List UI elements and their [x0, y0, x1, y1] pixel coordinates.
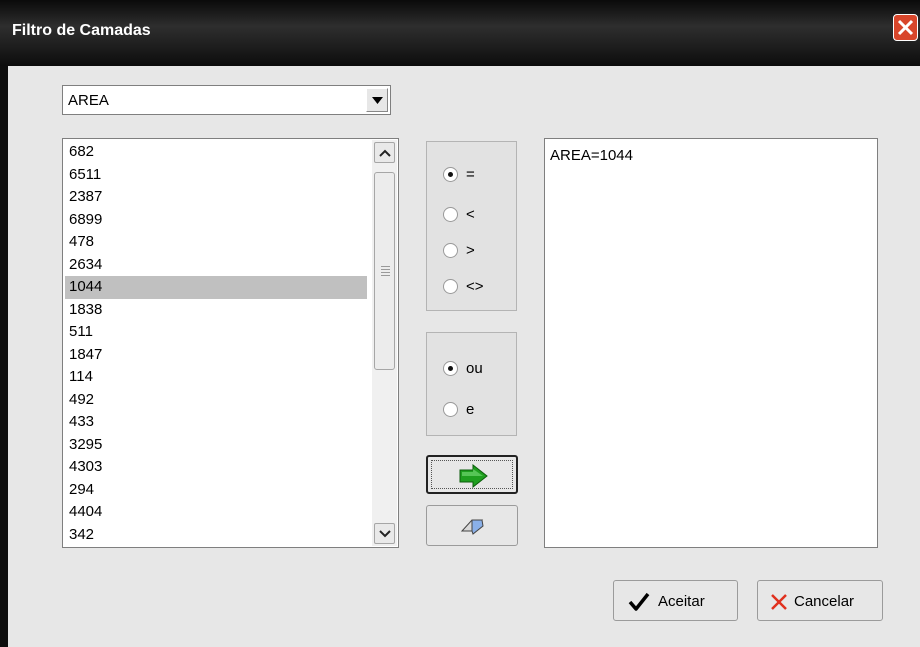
values-list-items: 682 6511 2387 6899 478 2634 1044 1838 511 1847 114… [65, 141, 367, 546]
radio-circle [443, 278, 458, 294]
cancel-button[interactable]: Cancelar [757, 580, 883, 621]
list-item[interactable]: 492 [65, 389, 367, 412]
connector-radio-and[interactable]: e [443, 399, 474, 419]
list-item[interactable]: 1044 [65, 276, 367, 299]
list-item[interactable]: 478 [65, 231, 367, 254]
radio-circle [443, 242, 458, 258]
operator-radio-less[interactable]: < [443, 204, 475, 224]
list-item[interactable]: 2634 [65, 254, 367, 277]
checkmark-icon [628, 592, 650, 611]
operator-label: = [466, 165, 475, 183]
field-select[interactable]: AREA [62, 85, 391, 115]
expression-text: AREA=1044 [550, 147, 633, 164]
radio-circle [443, 166, 458, 182]
scroll-grip-line [381, 266, 390, 267]
values-list-scrollbar[interactable] [372, 140, 397, 546]
list-item[interactable]: 511 [65, 321, 367, 344]
scroll-grip-line [381, 269, 390, 270]
list-item[interactable]: 294 [65, 479, 367, 502]
radio-circle [443, 401, 458, 417]
list-item[interactable]: 342 [65, 524, 367, 547]
list-item[interactable]: 114 [65, 366, 367, 389]
list-item[interactable]: 1838 [65, 299, 367, 322]
chevron-up-icon [379, 149, 391, 157]
list-item[interactable]: 3295 [65, 434, 367, 457]
operator-radio-greater[interactable]: > [443, 240, 475, 260]
connectors-group: ou e [426, 332, 517, 436]
list-item[interactable]: 682 [65, 141, 367, 164]
scroll-grip-line [381, 272, 390, 273]
connector-radio-or[interactable]: ou [443, 358, 483, 378]
list-item[interactable]: 1847 [65, 344, 367, 367]
values-list[interactable]: 682 6511 2387 6899 478 2634 1044 1838 511 1847 114… [62, 138, 399, 548]
title-bar[interactable]: Filtro de Camadas [0, 0, 920, 66]
chevron-down-icon [372, 97, 383, 104]
field-select-dropdown-button[interactable] [366, 88, 388, 112]
expression-textbox[interactable]: AREA=1044 [544, 138, 878, 548]
scroll-up-button[interactable] [374, 142, 395, 163]
radio-circle [443, 360, 458, 376]
scroll-down-button[interactable] [374, 523, 395, 544]
radio-circle [443, 206, 458, 222]
operators-group: = < > <> [426, 141, 517, 311]
close-button[interactable] [893, 14, 918, 41]
list-item[interactable]: 433 [65, 411, 367, 434]
cancel-label: Cancelar [794, 593, 855, 610]
list-item[interactable]: 2387 [65, 186, 367, 209]
close-icon [897, 19, 914, 36]
operator-radio-equal[interactable]: = [443, 164, 475, 184]
field-select-value: AREA [68, 92, 109, 109]
scroll-grip-line [381, 275, 390, 276]
x-icon [771, 594, 787, 610]
connector-label: ou [466, 359, 483, 377]
operator-label: < [466, 205, 475, 223]
window-title: Filtro de Camadas [12, 22, 151, 39]
add-condition-button[interactable] [426, 455, 518, 494]
operator-label: > [466, 241, 475, 259]
scroll-thumb[interactable] [374, 172, 395, 370]
operator-radio-not-equal[interactable]: <> [443, 276, 484, 296]
green-arrow-right-icon [459, 464, 488, 488]
list-item[interactable]: 4404 [65, 501, 367, 524]
eraser-icon [461, 519, 484, 535]
list-item[interactable]: 4303 [65, 456, 367, 479]
connector-label: e [466, 400, 475, 418]
operator-label: <> [466, 277, 484, 295]
list-item[interactable]: 6899 [65, 209, 367, 232]
window-frame [0, 66, 8, 647]
clear-button[interactable] [426, 505, 518, 546]
list-item[interactable]: 6511 [65, 164, 367, 187]
accept-button[interactable]: Aceitar [613, 580, 738, 621]
accept-label: Aceitar [658, 593, 705, 610]
chevron-down-icon [379, 530, 391, 538]
